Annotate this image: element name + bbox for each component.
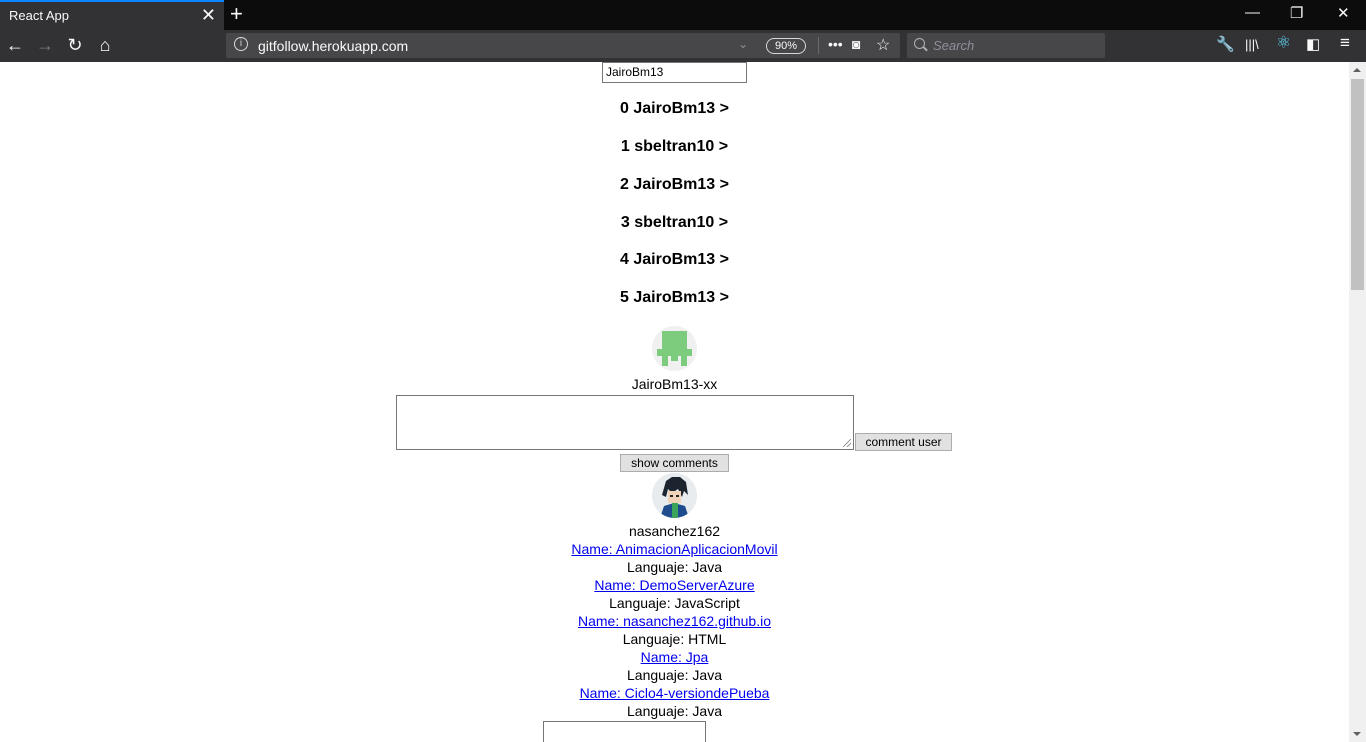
sidebar-icon[interactable]: ◧ [1306, 36, 1320, 54]
anime-character-image [652, 473, 697, 518]
scroll-down-icon[interactable] [1353, 732, 1361, 736]
show-comments-button[interactable]: show comments [620, 454, 729, 472]
repo-name-link[interactable]: Name: AnimacionAplicacionMovil [571, 541, 777, 557]
bookmark-star-icon[interactable]: ☆ [876, 35, 890, 55]
repo-language: Languaje: HTML [622, 631, 727, 647]
repo-item: Name: AnimacionAplicacionMovil [0, 541, 1349, 557]
menu-icon[interactable]: ≡ [1340, 34, 1350, 52]
repo-name-link[interactable]: Name: DemoServerAzure [594, 577, 754, 593]
window-close-icon[interactable]: ✕ [1337, 4, 1350, 22]
follow-list-item[interactable]: 4 JairoBm13 > [0, 251, 1349, 269]
minimize-icon[interactable]: — [1245, 4, 1260, 21]
follow-list-item[interactable]: 0 JairoBm13 > [0, 100, 1349, 118]
repo-item: Name: Jpa [0, 649, 1349, 665]
profile-name: JairoBm13-xx [631, 376, 718, 392]
library-icon[interactable]: |||\ [1245, 36, 1259, 54]
back-icon[interactable]: ← [3, 33, 27, 57]
comment-user-button[interactable]: comment user [855, 433, 952, 451]
follower-avatar [652, 473, 697, 518]
zoom-badge[interactable]: 90% [766, 38, 806, 54]
url-separator [818, 37, 819, 54]
new-tab-icon[interactable]: + [230, 1, 243, 27]
pocket-icon[interactable]: ◙ [852, 36, 860, 52]
wrench-icon[interactable]: 🔧 [1216, 36, 1235, 54]
tab-strip: React App ✕ + — ❐ ✕ [0, 0, 1366, 30]
repo-name-link[interactable]: Name: Ciclo4-versiondePueba [580, 685, 770, 701]
address-bar[interactable]: i gitfollow.herokuapp.com ⌄ 90% ••• ◙ ☆ [226, 33, 900, 58]
scroll-thumb[interactable] [1351, 79, 1364, 290]
url-dropdown-icon[interactable]: ⌄ [738, 37, 748, 51]
site-info-icon[interactable]: i [234, 37, 248, 51]
repo-item: Name: nasanchez162.github.io [0, 613, 1349, 629]
repo-language: Languaje: Java [627, 667, 722, 683]
search-bar[interactable]: Search [907, 33, 1105, 58]
url-text[interactable]: gitfollow.herokuapp.com [258, 38, 408, 54]
repo-language: Languaje: JavaScript [609, 595, 740, 611]
reload-icon[interactable]: ↻ [63, 33, 87, 57]
repo-name-link[interactable]: Name: Jpa [641, 649, 709, 665]
home-icon[interactable]: ⌂ [93, 33, 117, 57]
follow-list-item[interactable]: 1 sbeltran10 > [0, 138, 1349, 156]
username-input[interactable]: JairoBm13 [602, 62, 747, 83]
restore-icon[interactable]: ❐ [1290, 4, 1303, 22]
page-actions-icon[interactable]: ••• [828, 36, 843, 52]
tab-title: React App [9, 8, 69, 23]
follow-list-item[interactable]: 3 sbeltran10 > [0, 214, 1349, 232]
page-scrollbar[interactable] [1349, 62, 1366, 742]
comment-textarea[interactable] [396, 395, 854, 450]
forward-icon[interactable]: → [33, 33, 57, 57]
repo-language: Languaje: Java [627, 559, 722, 575]
close-tab-icon[interactable]: ✕ [201, 5, 216, 26]
bottom-comment-box[interactable] [543, 721, 706, 742]
repo-item: Name: Ciclo4-versiondePueba [0, 685, 1349, 701]
search-icon [914, 38, 925, 49]
identicon-image [657, 331, 692, 366]
profile-avatar [652, 326, 697, 371]
follow-list-item[interactable]: 2 JairoBm13 > [0, 176, 1349, 194]
repo-language: Languaje: Java [627, 703, 722, 719]
follower-name: nasanchez162 [628, 523, 721, 539]
page-content: JairoBm13 0 JairoBm13 > 1 sbeltran10 > 2… [0, 62, 1349, 742]
scroll-up-icon[interactable] [1353, 68, 1361, 72]
navigation-toolbar: ← → ↻ ⌂ i gitfollow.herokuapp.com ⌄ 90% … [0, 30, 1366, 62]
react-devtools-icon[interactable]: ⚛ [1276, 34, 1291, 52]
follow-list-item[interactable]: 5 JairoBm13 > [0, 289, 1349, 307]
tab-react-app[interactable]: React App ✕ [0, 0, 224, 30]
search-placeholder: Search [933, 38, 975, 53]
repo-item: Name: DemoServerAzure [0, 577, 1349, 593]
resize-grip-icon[interactable] [843, 439, 851, 447]
repo-name-link[interactable]: Name: nasanchez162.github.io [578, 613, 771, 629]
